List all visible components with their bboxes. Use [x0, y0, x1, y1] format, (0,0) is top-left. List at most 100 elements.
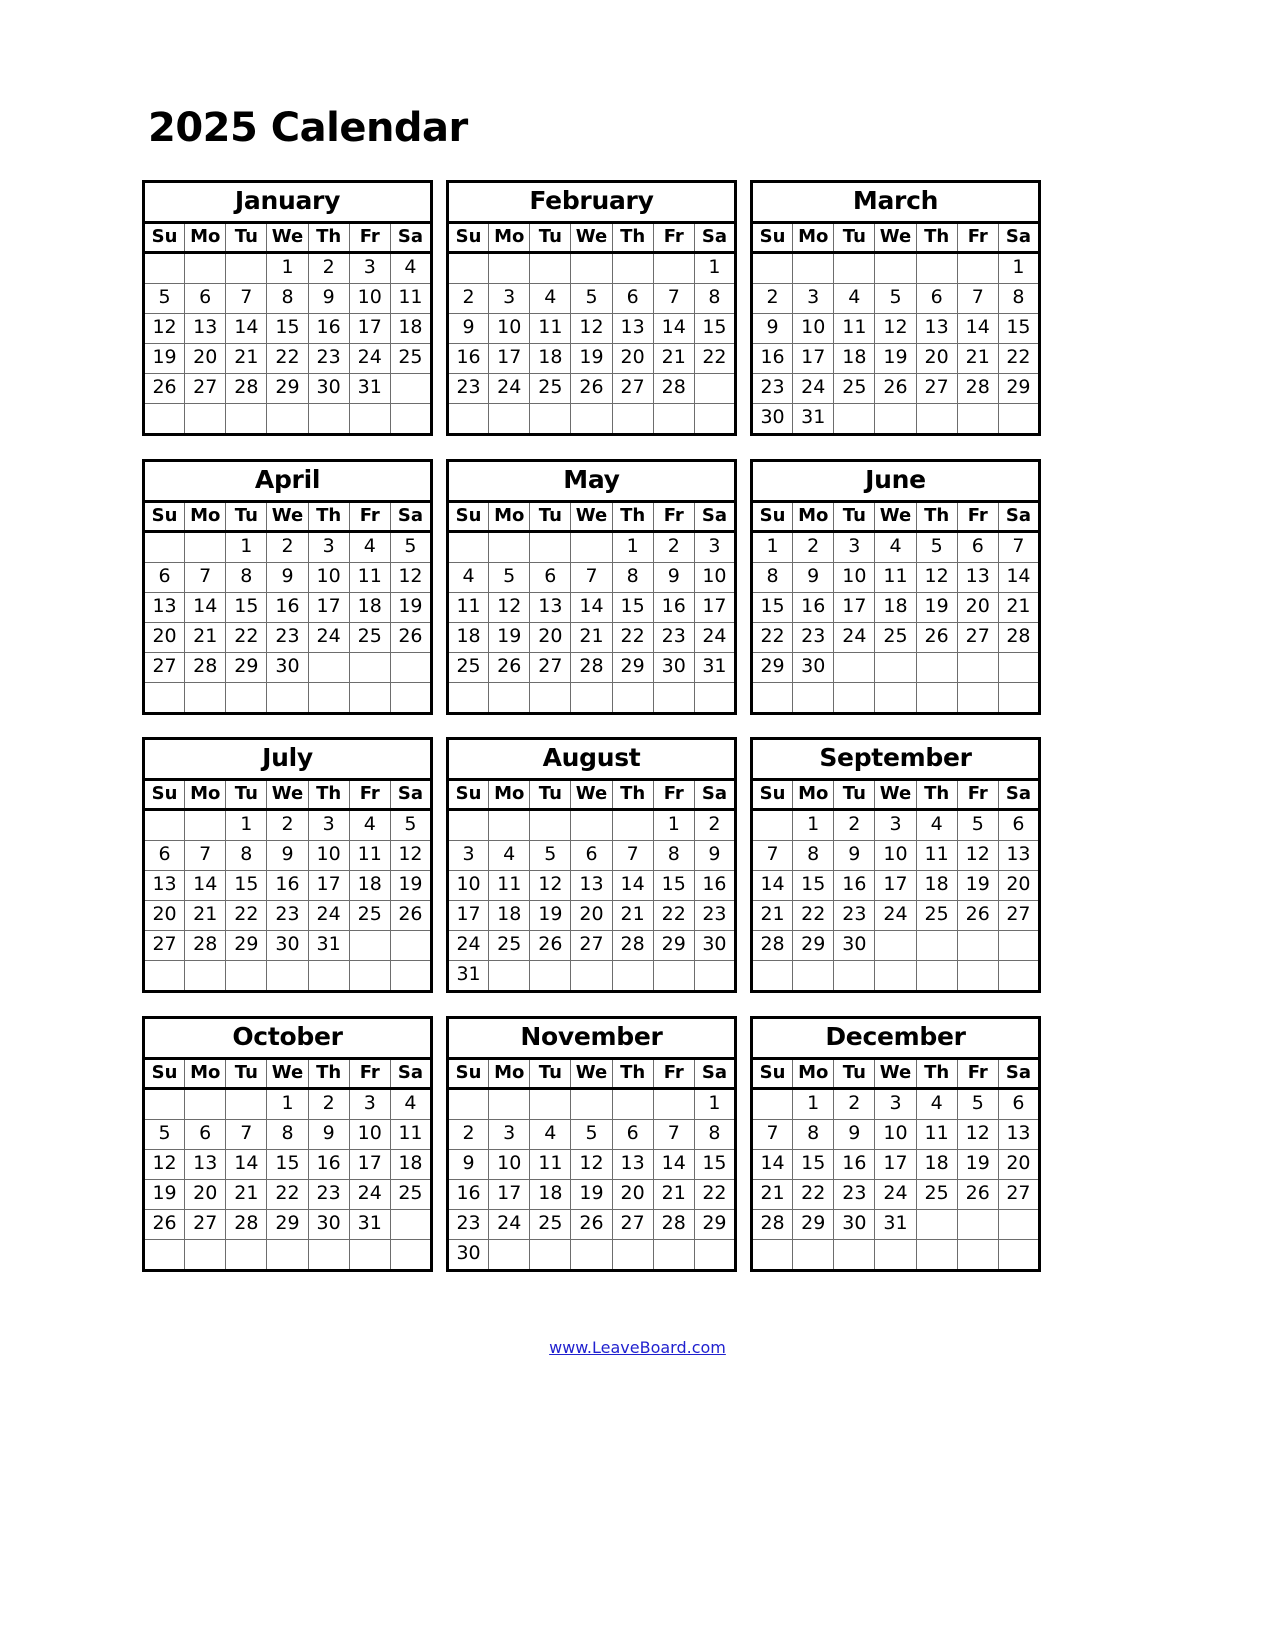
- day-cell[interactable]: 8: [266, 1119, 309, 1150]
- day-cell[interactable]: 8: [751, 562, 794, 593]
- day-cell[interactable]: 8: [693, 1119, 736, 1150]
- day-cell[interactable]: 23: [833, 900, 876, 931]
- day-cell[interactable]: 15: [792, 870, 835, 901]
- day-cell[interactable]: 23: [693, 900, 736, 931]
- day-cell[interactable]: 26: [389, 622, 432, 653]
- day-cell[interactable]: 20: [143, 622, 186, 653]
- day-cell[interactable]: 3: [348, 1088, 391, 1120]
- day-cell[interactable]: 7: [751, 840, 794, 871]
- day-cell[interactable]: 24: [874, 900, 917, 931]
- day-cell[interactable]: 24: [693, 622, 736, 653]
- day-cell[interactable]: 7: [751, 1119, 794, 1150]
- day-cell[interactable]: 22: [792, 1179, 835, 1210]
- day-cell[interactable]: 27: [184, 373, 227, 404]
- day-cell[interactable]: 5: [529, 840, 572, 871]
- day-cell[interactable]: 25: [348, 622, 391, 653]
- day-cell[interactable]: 28: [997, 622, 1040, 653]
- day-cell[interactable]: 9: [307, 1119, 350, 1150]
- day-cell[interactable]: 18: [389, 313, 432, 344]
- day-cell[interactable]: 6: [997, 1088, 1040, 1120]
- day-cell[interactable]: 12: [570, 1149, 613, 1180]
- day-cell[interactable]: 1: [792, 809, 835, 841]
- day-cell[interactable]: 7: [225, 1119, 268, 1150]
- day-cell[interactable]: 3: [348, 252, 391, 284]
- day-cell[interactable]: 18: [915, 870, 958, 901]
- day-cell[interactable]: 10: [307, 840, 350, 871]
- day-cell[interactable]: 23: [307, 343, 350, 374]
- day-cell[interactable]: 12: [143, 313, 186, 344]
- day-cell[interactable]: 12: [488, 592, 531, 623]
- day-cell[interactable]: 14: [225, 313, 268, 344]
- day-cell[interactable]: 27: [184, 1209, 227, 1240]
- day-cell[interactable]: 22: [751, 622, 794, 653]
- day-cell[interactable]: 13: [611, 1149, 654, 1180]
- day-cell[interactable]: 26: [570, 1209, 613, 1240]
- day-cell[interactable]: 17: [693, 592, 736, 623]
- day-cell[interactable]: 11: [874, 562, 917, 593]
- day-cell[interactable]: 29: [693, 1209, 736, 1240]
- day-cell[interactable]: 10: [447, 870, 490, 901]
- day-cell[interactable]: 29: [652, 930, 695, 961]
- day-cell[interactable]: 16: [307, 1149, 350, 1180]
- day-cell[interactable]: 17: [488, 1179, 531, 1210]
- day-cell[interactable]: 4: [915, 1088, 958, 1120]
- day-cell[interactable]: 20: [529, 622, 572, 653]
- day-cell[interactable]: 11: [529, 313, 572, 344]
- day-cell[interactable]: 25: [529, 373, 572, 404]
- day-cell[interactable]: 29: [997, 373, 1040, 404]
- day-cell[interactable]: 10: [348, 283, 391, 314]
- day-cell[interactable]: 22: [225, 900, 268, 931]
- day-cell[interactable]: 26: [143, 373, 186, 404]
- day-cell[interactable]: 13: [997, 840, 1040, 871]
- day-cell[interactable]: 12: [529, 870, 572, 901]
- day-cell[interactable]: 6: [143, 562, 186, 593]
- day-cell[interactable]: 22: [693, 343, 736, 374]
- day-cell[interactable]: 14: [997, 562, 1040, 593]
- day-cell[interactable]: 29: [751, 652, 794, 683]
- day-cell[interactable]: 20: [184, 343, 227, 374]
- day-cell[interactable]: 2: [266, 809, 309, 841]
- day-cell[interactable]: 10: [307, 562, 350, 593]
- day-cell[interactable]: 28: [751, 930, 794, 961]
- day-cell[interactable]: 17: [874, 870, 917, 901]
- day-cell[interactable]: 24: [348, 343, 391, 374]
- day-cell[interactable]: 3: [874, 809, 917, 841]
- day-cell[interactable]: 19: [529, 900, 572, 931]
- day-cell[interactable]: 29: [266, 1209, 309, 1240]
- day-cell[interactable]: 17: [307, 592, 350, 623]
- day-cell[interactable]: 2: [833, 809, 876, 841]
- day-cell[interactable]: 17: [792, 343, 835, 374]
- day-cell[interactable]: 12: [389, 840, 432, 871]
- day-cell[interactable]: 26: [389, 900, 432, 931]
- day-cell[interactable]: 8: [225, 562, 268, 593]
- day-cell[interactable]: 2: [307, 1088, 350, 1120]
- day-cell[interactable]: 19: [143, 1179, 186, 1210]
- day-cell[interactable]: 21: [751, 1179, 794, 1210]
- day-cell[interactable]: 12: [915, 562, 958, 593]
- day-cell[interactable]: 28: [751, 1209, 794, 1240]
- day-cell[interactable]: 11: [915, 840, 958, 871]
- day-cell[interactable]: 31: [348, 1209, 391, 1240]
- day-cell[interactable]: 28: [956, 373, 999, 404]
- day-cell[interactable]: 8: [266, 283, 309, 314]
- day-cell[interactable]: 3: [307, 531, 350, 563]
- day-cell[interactable]: 6: [143, 840, 186, 871]
- day-cell[interactable]: 1: [693, 1088, 736, 1120]
- day-cell[interactable]: 2: [693, 809, 736, 841]
- day-cell[interactable]: 17: [488, 343, 531, 374]
- day-cell[interactable]: 20: [184, 1179, 227, 1210]
- day-cell[interactable]: 16: [266, 870, 309, 901]
- day-cell[interactable]: 24: [307, 622, 350, 653]
- day-cell[interactable]: 6: [956, 531, 999, 563]
- day-cell[interactable]: 25: [447, 652, 490, 683]
- day-cell[interactable]: 30: [266, 652, 309, 683]
- day-cell[interactable]: 2: [652, 531, 695, 563]
- day-cell[interactable]: 31: [792, 403, 835, 435]
- day-cell[interactable]: 22: [611, 622, 654, 653]
- day-cell[interactable]: 23: [751, 373, 794, 404]
- day-cell[interactable]: 15: [693, 313, 736, 344]
- day-cell[interactable]: 20: [956, 592, 999, 623]
- day-cell[interactable]: 11: [348, 840, 391, 871]
- day-cell[interactable]: 2: [792, 531, 835, 563]
- day-cell[interactable]: 23: [652, 622, 695, 653]
